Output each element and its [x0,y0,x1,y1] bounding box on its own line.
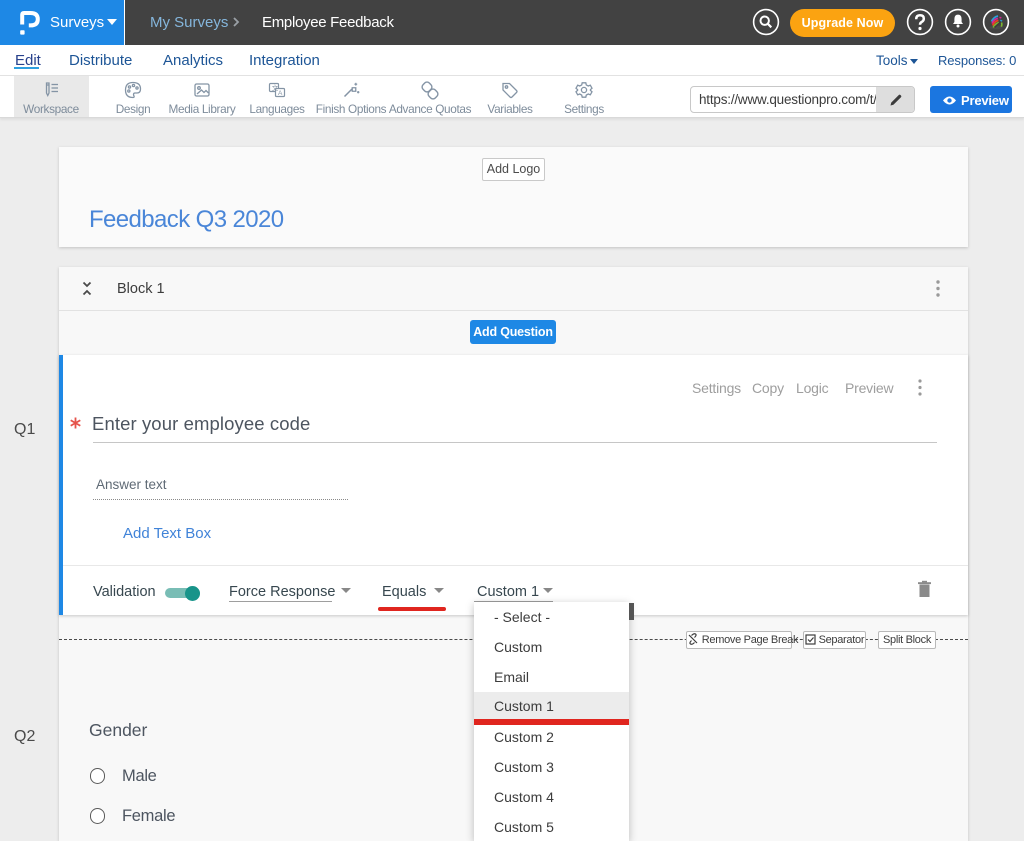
svg-text:A: A [278,90,283,97]
